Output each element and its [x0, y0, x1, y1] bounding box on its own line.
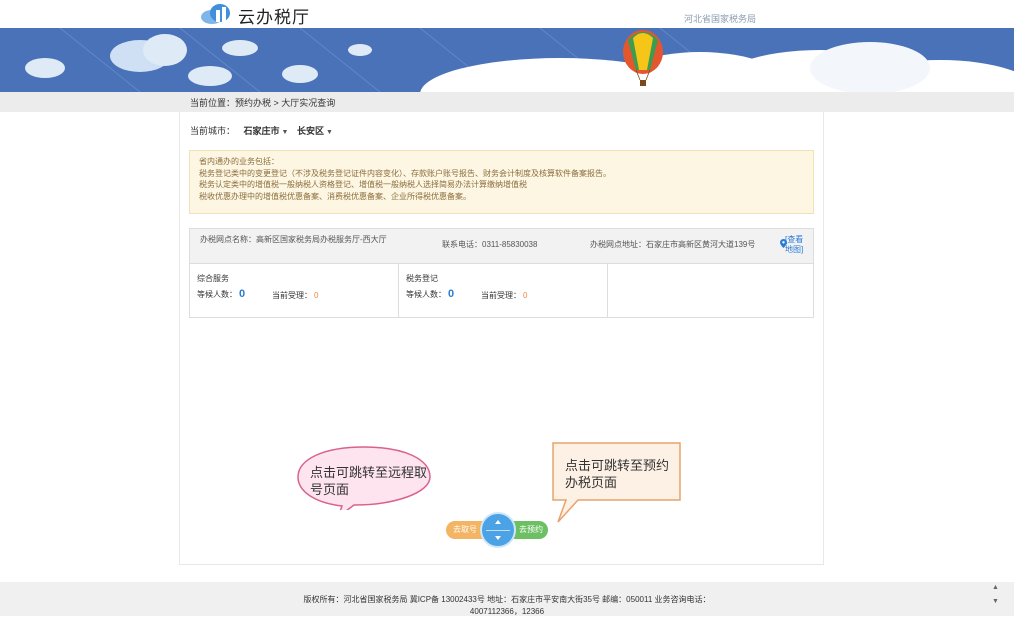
- arrow-down-icon: [495, 536, 501, 540]
- office-header: 办税网点名称：高新区国家税务局办税服务厅-西大厅 联系电话：0311-85830…: [190, 229, 813, 264]
- caret-down-icon: ▼: [326, 129, 333, 136]
- city-selector: 当前城市： 石家庄市 ▼ 长安区 ▼: [190, 124, 333, 137]
- footer-copyright: 版权所有：河北省国家税务局 冀ICP备 13002433号 地址：石家庄市平安南…: [303, 595, 711, 604]
- service-name: 综合服务: [197, 274, 229, 283]
- service-item: 综合服务 等候人数： 0 当前受理： 0: [190, 263, 399, 317]
- caret-down-icon: ▼: [281, 129, 289, 136]
- footer-hotline: 4007112366，12366: [469, 607, 545, 616]
- main-panel: 当前城市： 石家庄市 ▼ 长安区 ▼ 省内通办的业务包括： 税务登记类中的变更登记（…: [179, 112, 824, 565]
- callout-right-text: 点击可跳转至预约办税页面: [565, 458, 670, 490]
- processing-count: 当前受理： 0: [272, 291, 319, 300]
- notice-line: 省内通办的业务包括：: [199, 157, 279, 166]
- office-name: 办税网点名称：高新区国家税务局办税服务厅-西大厅: [200, 235, 387, 244]
- notice-line: 税务认定类中的增值税一般纳税人资格登记、增值税一般纳税人选择简易办法计算缴纳增值…: [199, 180, 527, 189]
- header-banner: [0, 28, 1014, 92]
- bureau-name: 河北省国家税务局: [684, 14, 757, 24]
- arrow-up-icon: [495, 520, 501, 524]
- service-list: 综合服务 等候人数： 0 当前受理： 0 税务登记 等候人数： 0 当前受理： 0: [190, 263, 813, 317]
- office-card: 办税网点名称：高新区国家税务局办税服务厅-西大厅 联系电话：0311-85830…: [189, 228, 814, 318]
- view-map-link[interactable]: [查看地图]: [785, 235, 809, 255]
- office-address: 办税网点地址：石家庄市高新区黄河大道139号: [590, 240, 756, 249]
- waiting-count: 等候人数： 0: [197, 288, 246, 300]
- toggle-circle-button[interactable]: [480, 512, 516, 548]
- cloud-logo-icon: [201, 4, 230, 24]
- breadcrumb: 当前位置：预约办税 > 大厅实况查询: [0, 92, 1014, 112]
- waiting-count: 等候人数： 0: [406, 288, 455, 300]
- scroll-arrows-icon[interactable]: ▲ ▼: [992, 584, 999, 605]
- processing-count: 当前受理： 0: [481, 291, 528, 300]
- service-name: 税务登记: [406, 274, 438, 283]
- breadcrumb-text: 当前位置：预约办税 > 大厅实况查询: [190, 98, 336, 108]
- service-item-empty: [608, 263, 817, 317]
- callout-left-text: 点击可跳转至远程取号页面: [310, 465, 428, 497]
- notice-box: 省内通办的业务包括： 税务登记类中的变更登记（不涉及税务登记证件内容变化）、存款…: [189, 150, 814, 214]
- service-item: 税务登记 等候人数： 0 当前受理： 0: [399, 263, 608, 317]
- notice-line: 税务登记类中的变更登记（不涉及税务登记证件内容变化）、存款账户账号报告、财务会计…: [199, 168, 611, 178]
- top-header: 云办税厅 河北省国家税务局: [0, 0, 1014, 28]
- reserve-button[interactable]: 去预约: [512, 521, 548, 539]
- city-dropdown[interactable]: 石家庄市 ▼: [244, 126, 289, 136]
- app-title: 云办税厅: [238, 8, 310, 27]
- office-phone: 联系电话：0311-85830038: [442, 240, 538, 249]
- district-dropdown[interactable]: 长安区 ▼: [297, 126, 333, 136]
- footer: 版权所有：河北省国家税务局 冀ICP备 13002433号 地址：石家庄市平安南…: [0, 582, 1014, 616]
- notice-line: 税收优惠办理中的增值税优惠备案、消费税优惠备案、企业所得税优惠备案。: [199, 191, 471, 201]
- city-label: 当前城市：: [190, 126, 236, 136]
